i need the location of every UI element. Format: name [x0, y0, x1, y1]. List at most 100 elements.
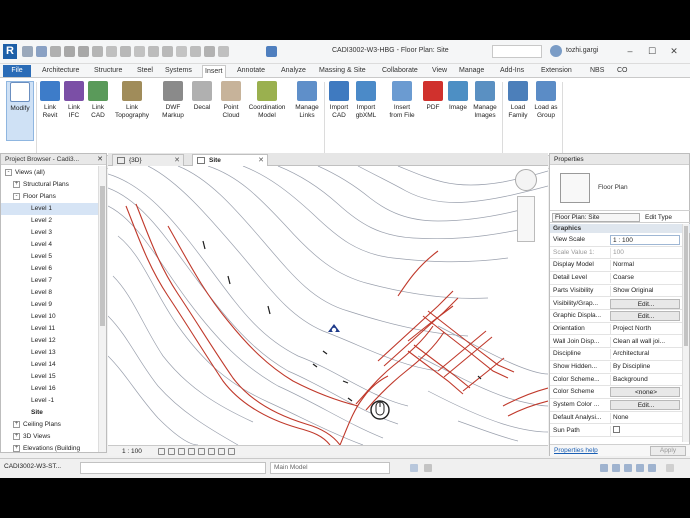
manage-links-button[interactable]: Manage Links	[292, 81, 322, 141]
tab-steel[interactable]: Steel	[135, 65, 155, 78]
property-value[interactable]: By Discipline	[610, 362, 680, 372]
apply-button[interactable]: Apply	[650, 446, 686, 456]
property-row[interactable]: Show Hidden... By Discipline	[550, 361, 682, 374]
tab-collaborate[interactable]: Collaborate	[380, 65, 420, 78]
browser-item[interactable]: Level 9	[1, 299, 99, 311]
select-by-face-icon[interactable]	[636, 464, 644, 472]
sun-path-icon[interactable]	[178, 448, 185, 455]
property-row[interactable]: Graphic Displa... Edit...	[550, 310, 682, 323]
property-value[interactable]: None	[610, 412, 680, 423]
tab-architecture[interactable]: Architecture	[40, 65, 81, 78]
property-value[interactable]: Coarse	[610, 273, 680, 284]
dimension-icon[interactable]	[120, 46, 131, 57]
browser-item[interactable]: Level 7	[1, 275, 99, 287]
section-icon[interactable]	[176, 46, 187, 57]
coordination-model-button[interactable]: Coordination Model	[244, 81, 290, 141]
property-value[interactable]: Show Original	[610, 285, 680, 296]
property-value[interactable]: Edit...	[610, 311, 680, 322]
property-row[interactable]: System Color ... Edit...	[550, 399, 682, 412]
property-row[interactable]: Default Analysi... None	[550, 412, 682, 425]
decal-button[interactable]: Decal	[190, 81, 214, 141]
property-value[interactable]: 1 : 100	[610, 235, 680, 245]
browser-item[interactable]: Level 1	[1, 203, 99, 215]
tab-manage[interactable]: Manage	[457, 65, 486, 78]
property-value[interactable]: <none>	[610, 387, 680, 398]
redo-icon[interactable]	[78, 46, 89, 57]
image-button[interactable]: Image	[446, 81, 470, 141]
property-value[interactable]: Normal	[610, 260, 680, 271]
tab-massing-site[interactable]: Massing & Site	[317, 65, 368, 78]
drag-elements-icon[interactable]	[648, 464, 656, 472]
expand-icon[interactable]: +	[13, 433, 20, 440]
expand-icon[interactable]: +	[13, 421, 20, 428]
property-row[interactable]: Visibility/Grap... Edit...	[550, 298, 682, 310]
browser-item[interactable]: Level 6	[1, 263, 99, 275]
browser-item[interactable]: Level 14	[1, 359, 99, 371]
tab-file[interactable]: File	[3, 65, 31, 77]
browser-item[interactable]: Level 8	[1, 287, 99, 299]
open-icon[interactable]	[22, 46, 33, 57]
property-row[interactable]: Scale Value 1: 100	[550, 247, 682, 260]
user-name[interactable]: tozhi.gargi	[566, 47, 598, 54]
pdf-button[interactable]: PDF	[422, 81, 444, 141]
navigation-bar[interactable]	[517, 196, 535, 242]
switch-windows-icon[interactable]	[218, 46, 229, 57]
edit-type-button[interactable]: Edit Type	[645, 213, 672, 222]
expand-icon[interactable]: +	[13, 181, 20, 188]
import-cad-button[interactable]: Import CAD	[327, 81, 351, 141]
view-cube-icon[interactable]	[515, 169, 537, 191]
close-hidden-icon[interactable]	[204, 46, 215, 57]
tab-co[interactable]: CO	[615, 65, 630, 78]
browser-item[interactable]: Level 15	[1, 371, 99, 383]
model-select[interactable]: Main Model	[270, 462, 390, 474]
show-crop-icon[interactable]	[208, 448, 215, 455]
point-cloud-button[interactable]: Point Cloud	[218, 81, 244, 141]
reveal-hidden-icon[interactable]	[228, 448, 235, 455]
browser-scrollbar[interactable]	[98, 166, 106, 452]
property-value[interactable]: Edit...	[610, 298, 680, 309]
crop-view-icon[interactable]	[198, 448, 205, 455]
maximize-icon[interactable]: ☐	[644, 44, 660, 58]
tab-analyze[interactable]: Analyze	[279, 65, 308, 78]
browser-item[interactable]: +3D Views	[1, 431, 99, 443]
browser-item[interactable]: Level 3	[1, 227, 99, 239]
text-icon[interactable]	[148, 46, 159, 57]
browser-item[interactable]: - Views (all)	[1, 167, 99, 179]
tab-systems[interactable]: Systems	[163, 65, 194, 78]
link-ifc-button[interactable]: Link IFC	[62, 81, 86, 141]
tab-structure[interactable]: Structure	[92, 65, 124, 78]
browser-item[interactable]: + Ceiling Plans	[1, 419, 99, 431]
insert-from-file-button[interactable]: Insert from File	[384, 81, 420, 141]
minimize-icon[interactable]: –	[622, 44, 638, 58]
temporary-hide-icon[interactable]	[218, 448, 225, 455]
visual-style-icon[interactable]	[168, 448, 175, 455]
select-underlay-icon[interactable]	[612, 464, 620, 472]
modify-button[interactable]: Modify	[6, 81, 34, 141]
design-options-icon[interactable]	[410, 464, 418, 472]
import-gbxml-button[interactable]: Import gbXML	[352, 81, 380, 141]
save-icon[interactable]	[36, 46, 47, 57]
property-row[interactable]: Wall Join Disp... Clean all wall joi...	[550, 336, 682, 349]
filter-icon[interactable]	[666, 464, 674, 472]
3d-view-icon[interactable]	[162, 46, 173, 57]
properties-scrollbar[interactable]	[682, 224, 689, 442]
revit-logo-icon[interactable]: R	[3, 44, 17, 59]
browser-item[interactable]: Level 4	[1, 239, 99, 251]
property-value[interactable]: Architectural	[610, 349, 680, 360]
property-row[interactable]: Display Model Normal	[550, 259, 682, 272]
property-value[interactable]: 100	[610, 247, 680, 258]
close-icon[interactable]: ✕	[97, 154, 103, 165]
editable-only-icon[interactable]	[424, 464, 432, 472]
close-icon[interactable]: ✕	[666, 44, 682, 58]
tag-icon[interactable]	[134, 46, 145, 57]
property-row[interactable]: Color Scheme <none>	[550, 386, 682, 399]
instance-select[interactable]: Floor Plan: Site	[552, 213, 640, 222]
browser-item[interactable]: Site	[1, 407, 99, 419]
detail-level-icon[interactable]	[158, 448, 165, 455]
property-row[interactable]: Parts Visibility Show Original	[550, 285, 682, 298]
browser-item[interactable]: - Floor Plans	[1, 191, 99, 203]
collapse-icon[interactable]: -	[5, 169, 12, 176]
undo-icon[interactable]	[64, 46, 75, 57]
manage-images-button[interactable]: Manage Images	[470, 81, 500, 141]
properties-help-link[interactable]: Properties help	[554, 447, 598, 454]
